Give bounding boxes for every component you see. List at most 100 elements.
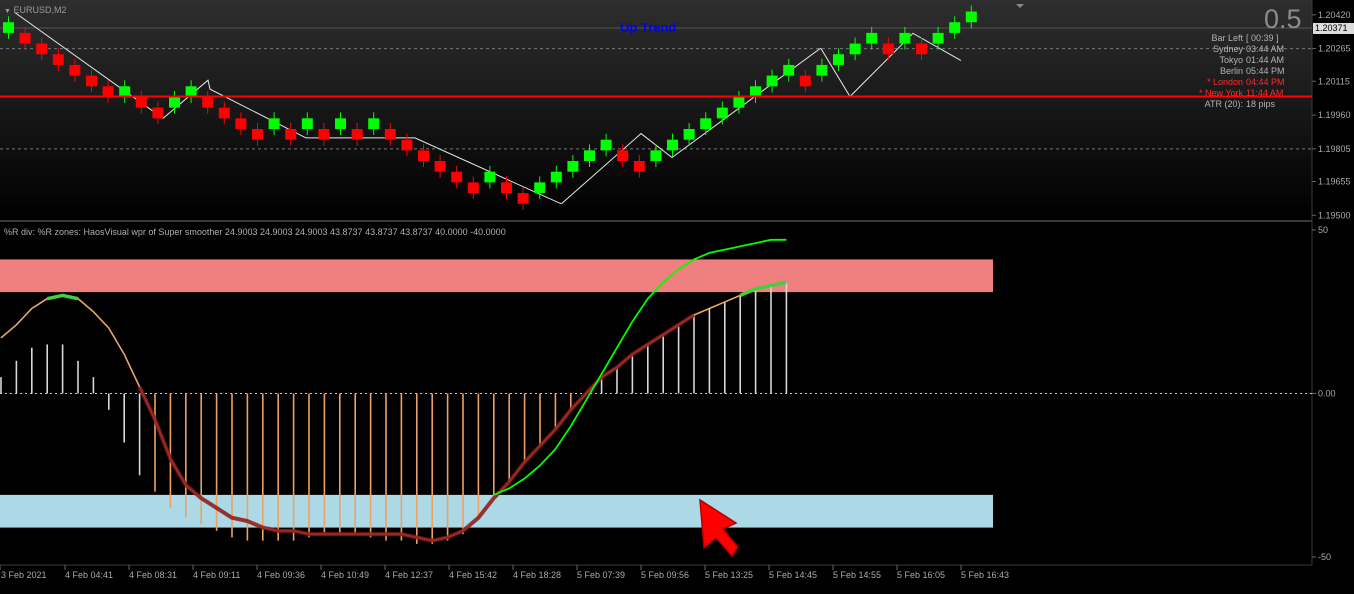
renko-brick [36,43,48,55]
info-value: [ 00:39 ] [1246,33,1279,43]
renko-brick [218,107,230,119]
chart-symbol-title: ▼ EURUSD,M2 [4,5,66,15]
price-tick-label: 1.20265 [1318,44,1351,54]
time-tick-label: 5 Feb 09:56 [641,570,689,580]
info-key: * New York [1198,88,1243,98]
info-key: ATR (20): [1204,99,1243,109]
renko-brick [135,96,147,108]
time-tick-label: 5 Feb 07:39 [577,570,625,580]
time-tick-label: 5 Feb 14:55 [833,570,881,580]
renko-brick [418,150,429,162]
renko-brick [185,86,197,97]
indicator-tick-label: 0.00 [1318,389,1336,399]
info-key: Berlin [1219,66,1243,76]
renko-brick [368,118,380,129]
price-tick-label: 1.19655 [1318,177,1351,187]
renko-brick [69,64,81,76]
renko-brick [584,150,595,162]
info-value: 05:44 PM [1246,66,1285,76]
renko-brick [86,75,97,87]
price-tick-label: 1.19960 [1318,110,1351,120]
symbol-label: EURUSD,M2 [13,5,67,15]
renko-brick [633,161,645,172]
info-value: 01:44 AM [1246,55,1285,65]
info-row: ATR (20): 18 pips [1150,99,1306,110]
info-value: 04:44 PM [1246,77,1285,87]
renko-brick [550,171,562,183]
price-tick-label: 1.19500 [1318,210,1351,220]
trend-label: Up Trend [620,20,677,35]
renko-brick [169,96,180,108]
renko-brick [916,43,927,55]
info-value: 11:44 AM [1246,88,1284,98]
time-tick-label: 5 Feb 16:05 [897,570,945,580]
renko-brick [52,54,64,65]
time-tick-label: 4 Feb 12:37 [385,570,433,580]
current-price-tag: 1.20371 [1313,23,1354,34]
price-tick-label: 1.20115 [1318,76,1350,86]
upper-zone [0,259,993,293]
renko-brick [766,75,778,87]
renko-brick [600,139,612,151]
renko-brick [750,86,761,97]
time-tick-label: 5 Feb 16:43 [961,570,1009,580]
info-row: Tokyo 01:44 AM [1150,55,1306,66]
renko-brick [152,107,164,119]
chevron-down-icon[interactable]: ▼ [4,8,11,15]
renko-brick [567,161,579,172]
time-tick-label: 5 Feb 13:25 [705,570,753,580]
time-tick-label: 4 Feb 08:31 [129,570,177,580]
renko-brick [318,128,330,140]
renko-brick [965,11,977,23]
info-key: Sydney [1212,44,1243,54]
indicator-layer [0,238,1312,544]
time-tick-label: 4 Feb 09:36 [257,570,305,580]
info-key: Bar Left [1211,33,1243,43]
time-tick-label: 5 Feb 14:45 [769,570,817,580]
time-tick-label: 4 Feb 04:41 [65,570,113,580]
renko-brick [716,107,728,119]
info-key: Tokyo [1219,55,1243,65]
renko-brick [401,139,413,151]
info-row: Berlin 05:44 PM [1150,66,1306,77]
renko-brick [517,193,529,204]
top-value: 0.5 [1264,4,1302,34]
time-tick-label: 3 Feb 2021 [1,570,47,580]
time-tick-label: 4 Feb 09:11 [193,570,240,580]
renko-brick [19,32,31,44]
renko-brick [882,43,894,55]
renko-brick [3,22,14,33]
renko-brick [202,96,214,108]
time-tick-label: 4 Feb 10:49 [321,570,369,580]
info-row: Sydney 03:44 AM [1150,44,1306,55]
renko-brick [351,128,363,140]
renko-brick [501,182,512,194]
renko-brick [285,128,297,140]
renko-brick [667,139,678,151]
renko-brick [899,32,911,44]
indicator-title: %R div: %R zones: HaosVisual wpr of Supe… [4,227,506,237]
renko-brick [102,86,114,97]
renko-brick [235,118,247,129]
renko-brick [534,182,546,194]
renko-brick [335,118,346,129]
renko-brick [700,118,712,129]
time-tick-label: 4 Feb 15:42 [449,570,497,580]
renko-brick [384,128,396,140]
indicator-tick-label: 50 [1318,225,1328,235]
lower-zone [0,494,993,528]
info-value: 03:44 AM [1246,44,1285,54]
info-row: Bar Left[ 00:39 ] [1150,33,1306,44]
time-tick-label: 4 Feb 18:28 [513,570,561,580]
info-key: * London [1206,77,1243,87]
price-tick-label: 1.20420 [1318,10,1351,20]
renko-brick [932,32,944,44]
renko-brick [617,150,629,162]
renko-brick [799,75,811,87]
renko-brick [816,64,828,76]
renko-brick [467,182,479,194]
renko-brick [484,171,496,183]
renko-brick [301,118,313,129]
renko-brick [949,22,961,33]
renko-brick [119,86,131,97]
